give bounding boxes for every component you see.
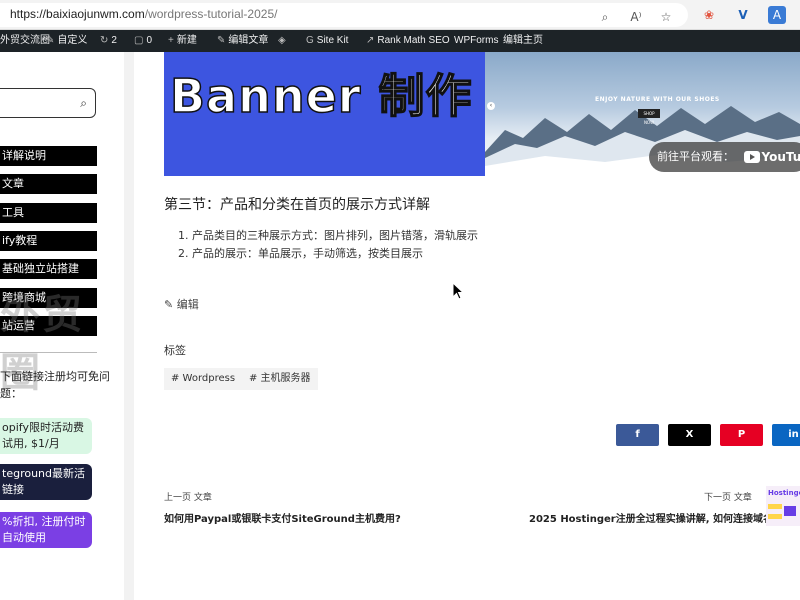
admin-site-name[interactable]: 外贸交流圈	[0, 30, 50, 52]
slider-prev-icon[interactable]: ‹	[487, 102, 495, 110]
plus-icon: +	[168, 35, 174, 46]
admin-updates[interactable]: ↻ 2	[100, 30, 117, 52]
section-heading: 第三节：产品和分类在首页的展示方式详解	[164, 197, 430, 213]
admin-updates-count: 2	[111, 35, 117, 46]
list-item: 1. 产品类目的三种展示方式：图片排列，图片错落，滑轨展示	[178, 229, 478, 242]
tag-link[interactable]: # 主机服务器	[242, 368, 318, 390]
promo-siteground-link[interactable]: teground最新活链接	[0, 464, 92, 500]
watch-label: 前往平台观看：	[657, 150, 734, 163]
sidebar-nav-item[interactable]: 工具	[0, 203, 97, 223]
admin-site-kit[interactable]: G Site Kit	[306, 30, 348, 52]
content-gutter	[124, 52, 134, 600]
next-post-link[interactable]: 2025 Hostinger注册全过程实操讲解, 如何连接域名	[529, 510, 773, 525]
promo-shopify-link[interactable]: opify限时活动费试用, $1/月	[0, 418, 92, 454]
admin-edit-home-label: 编辑主页	[503, 35, 543, 46]
refresh-icon: ↻	[100, 35, 109, 46]
sidebar-nav-item[interactable]: 基础独立站搭建	[0, 259, 97, 279]
extension-translate-icon[interactable]: A	[768, 6, 786, 24]
youtube-wordmark: YouTube	[761, 150, 800, 164]
mouse-cursor-icon	[452, 282, 464, 300]
scene-headline: ENJOY NATURE WITH OUR SHOES	[595, 96, 720, 103]
brush-icon: ✎	[46, 35, 55, 46]
admin-new[interactable]: + 新建	[168, 30, 197, 52]
pinterest-icon: P	[737, 429, 746, 440]
watch-on-youtube-button[interactable]: 前往平台观看： YouTube	[649, 142, 800, 172]
edit-label: 编辑	[176, 298, 199, 311]
share-facebook-button[interactable]: f	[616, 424, 659, 446]
admin-rank-math[interactable]: ↗ Rank Math SEO	[366, 30, 450, 52]
prev-post-link[interactable]: 如何用Paypal或银联卡支付SiteGround主机费用?	[164, 510, 401, 525]
main-content: Banner 制作 ‹ ENJOY NATURE WITH OUR SHOES …	[134, 52, 800, 600]
url-text: https://baixiaojunwm.com/wordpress-tutor…	[10, 7, 277, 21]
sidebar-note: 下面链接注册均可免问题：	[0, 370, 110, 400]
next-post-thumbnail[interactable]: Hostinger	[766, 486, 800, 526]
admin-edit-home[interactable]: 编辑主页	[503, 30, 543, 52]
admin-customize-label: 自定义	[57, 35, 88, 46]
share-linkedin-button[interactable]: in	[772, 424, 800, 446]
url-host: https://baixiaojunwm.com	[10, 7, 145, 21]
pencil-icon: ✎	[217, 35, 226, 46]
address-bar[interactable]: https://baixiaojunwm.com/wordpress-tutor…	[0, 3, 688, 27]
banner-title: Banner 制作	[169, 68, 473, 124]
read-aloud-icon[interactable]: A⁾	[628, 9, 644, 25]
youtube-logo-icon: YouTube	[743, 142, 800, 172]
sidebar-nav-item[interactable]: 详解说明	[0, 146, 97, 166]
video-embed[interactable]: ‹ ENJOY NATURE WITH OUR SHOES SHOP NOW 前…	[485, 52, 800, 176]
admin-new-label: 新建	[176, 35, 197, 46]
extension-v-icon[interactable]: V	[734, 6, 752, 24]
section-list: 1. 产品类目的三种展示方式：图片排列，图片错落，滑轨展示 2. 产品的展示：单…	[178, 227, 478, 263]
admin-comments[interactable]: ▢ 0	[134, 30, 152, 52]
next-post-label: 下一页 文章	[704, 493, 752, 503]
extension-flower-icon[interactable]: ❀	[700, 6, 718, 24]
list-item: 2. 产品的展示：单品展示，手动筛选，按类目展示	[178, 247, 423, 260]
google-g-icon: G	[306, 35, 314, 46]
edit-post-link[interactable]: ✎ 编辑	[164, 296, 199, 312]
admin-customize[interactable]: ✎ 自定义	[46, 30, 87, 52]
browser-toolbar: https://baixiaojunwm.com/wordpress-tutor…	[0, 0, 800, 30]
wp-admin-bar: 外贸交流圈 ✎ 自定义 ↻ 2 ▢ 0 + 新建 ✎ 编辑文章 ◈ G Site Kit ↗…	[0, 30, 800, 52]
prev-post-label: 上一页 文章	[164, 493, 212, 503]
share-pinterest-button[interactable]: P	[720, 424, 763, 446]
sidebar-nav-item[interactable]: 文章	[0, 174, 97, 194]
admin-site-kit-label: Site Kit	[316, 35, 349, 46]
rank-math-icon: ↗	[366, 35, 375, 46]
tag-link[interactable]: # Wordpress	[164, 368, 243, 390]
zoom-icon[interactable]: ⌕	[597, 9, 613, 25]
search-icon[interactable]: ⌕	[80, 96, 87, 111]
promo-hostinger-link[interactable]: %折扣, 注册付时自动使用	[0, 512, 92, 548]
sidebar-divider	[0, 352, 97, 353]
admin-rank-math-label: Rank Math SEO	[377, 35, 450, 46]
admin-wpforms[interactable]: WPForms	[454, 30, 498, 52]
diamond-icon: ◈	[278, 35, 286, 46]
linkedin-icon: in	[788, 429, 799, 440]
scene-shop-button: SHOP NOW	[638, 109, 660, 125]
left-sidebar: ⌕ 详解说明 文章 工具 ify教程 基础独立站搭建 跨境商城 站运营 外贸圈 …	[0, 52, 124, 600]
comment-icon: ▢	[134, 35, 144, 46]
admin-site-label: 外贸交流圈	[0, 35, 50, 46]
share-x-button[interactable]: X	[668, 424, 711, 446]
admin-edit-post-label: 编辑文章	[228, 35, 269, 46]
favorite-star-icon[interactable]: ☆	[658, 9, 674, 25]
banner-image: Banner 制作	[164, 52, 485, 176]
pencil-icon: ✎	[164, 298, 174, 311]
admin-edit-post[interactable]: ✎ 编辑文章	[217, 30, 268, 52]
sidebar-nav-item[interactable]: ify教程	[0, 231, 97, 251]
facebook-icon: f	[635, 429, 640, 440]
admin-comments-count: 0	[146, 35, 153, 46]
admin-diamond[interactable]: ◈	[278, 30, 289, 52]
tags-heading: 标签	[164, 344, 186, 357]
thumb-brand-text: Hostinger	[768, 489, 800, 497]
url-path: /wordpress-tutorial-2025/	[144, 7, 278, 21]
admin-wpforms-label: WPForms	[454, 35, 499, 46]
x-icon: X	[685, 429, 694, 440]
sidebar-search-input[interactable]: ⌕	[0, 88, 96, 118]
